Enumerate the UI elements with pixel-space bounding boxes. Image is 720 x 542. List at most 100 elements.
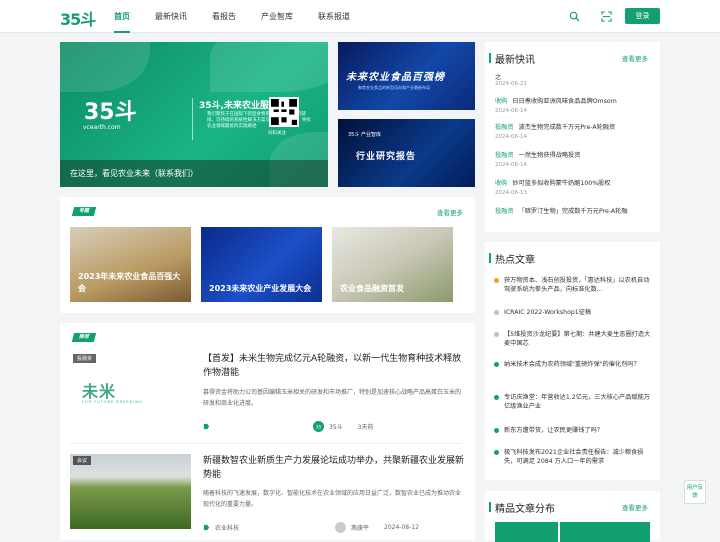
author-avatar[interactable] (335, 522, 346, 533)
article-2[interactable]: 会议 新疆数智农业新质生产力发展论坛成功举办，共聚新疆农业发展新势能 随着科技的… (70, 454, 465, 538)
search-icon[interactable] (569, 11, 580, 22)
article-1-image[interactable]: 投融资 未米 FOR FUTURE BREEDING (70, 352, 191, 427)
main-banner[interactable]: 35斗 vcearth.com 35斗,未来农业服务平台 我们聚焦于在国际下新型… (60, 42, 328, 187)
article-2-image[interactable]: 会议 (70, 454, 191, 529)
article-2-meta: 农业科技 燕庚平 2024-08-12 (203, 522, 419, 533)
featured-title: 精品文章分布 (489, 500, 555, 515)
article-divider (70, 443, 462, 444)
nav-think-tank[interactable]: 产业智库 (261, 0, 293, 33)
latest-news-item[interactable]: 收购 日日煮收购亚洲风味食品品牌Omsom (495, 96, 653, 105)
side-banner-top100-title: 未来农业食品百强榜 (346, 72, 445, 83)
latest-news-date: 2024-06-14 (495, 108, 527, 114)
nav-home[interactable]: 首页 (114, 0, 130, 33)
scan-icon[interactable] (601, 11, 612, 22)
latest-news-item[interactable]: 投融资 「暗罗汀生物」完成数千万元Pre-A轮融 (495, 206, 653, 215)
featured-more-link[interactable]: 查看更多 (622, 502, 648, 512)
hot-articles-title: 热点文章 (489, 251, 535, 266)
latest-news-item[interactable]: 投融资 波杰生物完成数千万元Pre-A轮融资 (495, 122, 653, 131)
side-banner-report-badge: 35斗 产业智库 (348, 132, 381, 138)
latest-news-date: 2024-06-13 (495, 190, 527, 196)
latest-news-category: 收购 (495, 180, 508, 187)
latest-news-category: 投融资 (495, 208, 514, 215)
recommend-tag: 推荐 (71, 333, 97, 342)
qr-code-icon (269, 97, 299, 127)
author-avatar[interactable]: 35 (313, 421, 324, 432)
latest-news-text: 妙可蓝多拟收购蒙牛奶酪100%股权 (512, 180, 611, 187)
hot-articles-card: 热点文章 获万物资本、浅石创投投资，「惠达科技」以农机自动驾驶系统为拳头产品，向… (485, 242, 660, 480)
latest-news-more-link[interactable]: 查看更多 (622, 53, 648, 63)
hot-article-item[interactable]: 极飞科技发布2021企业社会责任报告：减少粮食损失，可满足 2084 万人口一年… (504, 448, 654, 466)
hot-article-item[interactable]: 新东方遭带货，让农民更赚钱了吗？ (504, 426, 654, 435)
side-banner-top100[interactable]: 未来农业食品百强榜 聚焦农业食品的新型风向和产业最新布局 (338, 42, 475, 110)
tag-icon (203, 423, 210, 430)
featured-tile-2[interactable] (560, 522, 623, 542)
article-1-meta: 35 35斗 3天前 (203, 421, 373, 432)
article-2-label: 会议 (73, 456, 92, 465)
featured-tile-1[interactable] (495, 522, 558, 542)
latest-news-item[interactable]: 之 (495, 72, 653, 81)
site-logo[interactable]: 35斗 (60, 6, 96, 30)
article-2-title[interactable]: 新疆数智农业新质生产力发展论坛成功举办，共聚新疆农业发展新势能 (203, 454, 465, 482)
topic-title-1: 2023年未来农业食品百强大会 (78, 272, 181, 293)
topic-card-2[interactable]: 2023未来农业产业发展大会 (201, 227, 322, 302)
article-1-logo-text: 未米 (82, 382, 117, 401)
topic-card-1[interactable]: 2023年未来农业食品百强大会 (70, 227, 191, 302)
latest-news-text: 一然生物获得战略投资 (518, 152, 581, 159)
topic-card-3[interactable]: 农业食品融资首发 (332, 227, 453, 302)
hot-rank-dot (494, 362, 499, 367)
hot-article-item[interactable]: 获万物资本、浅石创投投资，「惠达科技」以农机自动驾驶系统为拳头产品，向标准化数.… (504, 276, 654, 294)
latest-news-date: 2024-06-21 (495, 81, 527, 87)
latest-news-item[interactable]: 投融资 一然生物获得战略投资 (495, 150, 653, 159)
hot-rank-dot (494, 395, 499, 400)
hot-article-item[interactable]: 专访庆渔堂：年营收达1.2亿元，三大核心产品赋能万亿级渔业产业 (504, 393, 654, 411)
article-2-desc: 随着科技的飞速发展，数字化、智能化技术在农业领域的应用日益广泛，数智农业已成为推… (203, 490, 462, 508)
hot-article-item[interactable]: 纳米技术会成为农药领域"重磅炸弹"的催化剂吗？ (504, 360, 654, 369)
side-banner-report-title: 行业研究报告 (356, 152, 417, 162)
latest-news-category: 投融资 (495, 152, 514, 159)
article-1-time: 3天前 (357, 424, 374, 431)
banner-domain: vcearth.com (83, 124, 121, 131)
latest-news-category: 收购 (495, 98, 508, 105)
nav-latest-news[interactable]: 最新快讯 (155, 0, 187, 33)
login-button[interactable]: 登录 (625, 8, 660, 24)
hot-article-item[interactable]: ICRAIC 2022-Workshop1征稿 (504, 308, 654, 317)
tag-icon (203, 524, 210, 531)
article-2-tag[interactable]: 农业科技 (215, 523, 330, 532)
banner-logo: 35斗 (84, 100, 137, 125)
hot-rank-dot (494, 278, 499, 283)
article-1-desc: 募得资金将助力公司基因编辑玉米相关的研发和市场推广，特别是加速核心战略产品高蛋白… (203, 389, 462, 407)
topics-more-link[interactable]: 查看更多 (437, 207, 463, 217)
article-1-author[interactable]: 35斗 (329, 422, 343, 431)
article-2-time: 2024-08-12 (384, 524, 419, 531)
hot-rank-dot (494, 428, 499, 433)
hot-article-item[interactable]: 【5维投资沙龙纪要】第七期：共建大麦生态圈打造大麦中国芯 (504, 330, 654, 348)
side-banner-report[interactable]: 35斗 产业智库 行业研究报告 (338, 119, 475, 187)
latest-news-text: 波杰生物完成数千万元Pre-A轮融资 (518, 124, 616, 131)
latest-news-text: 「暗罗汀生物」完成数千万元Pre-A轮融 (518, 208, 628, 215)
side-banner-top100-subtitle: 聚焦农业食品的新型风向和产业最新布局 (358, 85, 430, 90)
main-nav: 首页 最新快讯 看报告 产业智库 联系报道 (114, 0, 375, 33)
hot-rank-dot (494, 450, 499, 455)
topics-tag: 专题 (71, 207, 97, 216)
hot-rank-dot (494, 332, 499, 337)
article-1-label: 投融资 (73, 354, 97, 363)
article-1-title[interactable]: 【首发】未米生物完成亿元A轮融资，以新一代生物育种技术释放作物潜能 (203, 352, 465, 380)
latest-news-title: 最新快讯 (489, 51, 535, 66)
qr-label: 扫码关注 (268, 131, 286, 136)
banner-divider (192, 98, 193, 140)
latest-news-date: 2024-06-14 (495, 134, 527, 140)
latest-news-text: 之 (495, 74, 502, 81)
topic-title-3: 农业食品融资首发 (340, 284, 404, 293)
featured-tile-3[interactable] (620, 522, 650, 542)
latest-news-card: 最新快讯 查看更多 之 2024-06-21 收购 日日煮收购亚洲风味食品品牌Omso… (485, 42, 660, 232)
latest-news-category: 投融资 (495, 124, 514, 131)
top-header: 35斗 首页 最新快讯 看报告 产业智库 联系报道 登录 (0, 0, 720, 33)
feedback-button[interactable]: 用户反馈 (684, 480, 706, 504)
banner-caption[interactable]: 在这里，看见农业未来（联系我们） (60, 160, 328, 187)
article-2-author[interactable]: 燕庚平 (351, 523, 369, 532)
nav-contact[interactable]: 联系报道 (318, 0, 350, 33)
latest-news-item[interactable]: 收购 妙可蓝多拟收购蒙牛奶酪100%股权 (495, 178, 653, 187)
nav-reports[interactable]: 看报告 (212, 0, 236, 33)
article-1[interactable]: 投融资 未米 FOR FUTURE BREEDING 【首发】未米生物完成亿元A… (70, 352, 462, 436)
hot-rank-dot (494, 310, 499, 315)
